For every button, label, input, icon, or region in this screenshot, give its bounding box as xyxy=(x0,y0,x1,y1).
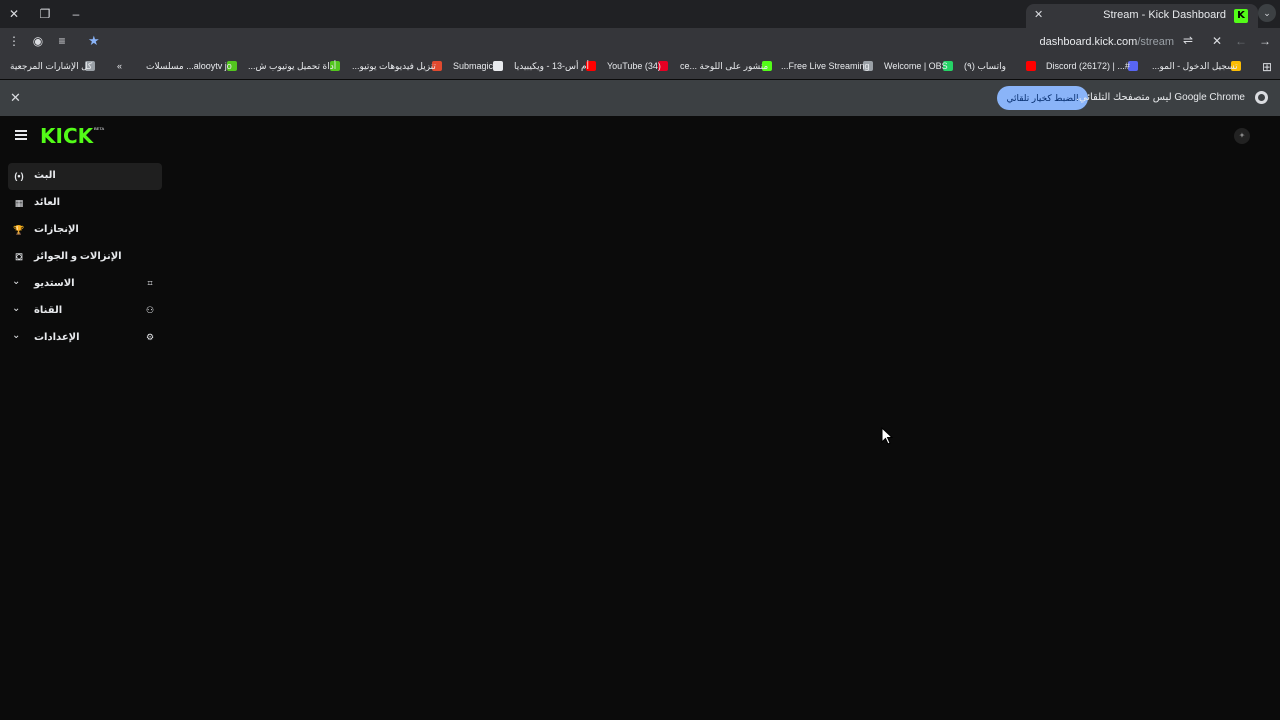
bookmark-item[interactable]: أم أس-13 - ويكيبيديا xyxy=(514,61,589,72)
wikipedia-icon xyxy=(493,61,503,71)
bookmark-item[interactable]: تنزيل فيديوهات يوتيو... xyxy=(352,61,436,72)
sidebar-item-label: الإنزالات و الجوائز xyxy=(34,251,122,262)
live-icon: (•) xyxy=(14,171,24,181)
bookmark-item[interactable]: Welcome | OBS xyxy=(884,61,948,71)
hamburger-menu-icon[interactable] xyxy=(15,130,27,140)
settings-icon: ⚙ xyxy=(145,332,155,342)
bookmark-item[interactable]: أداة تحميل يوتيوب ش... xyxy=(248,61,336,72)
sidebar-item[interactable]: ⌄ ⚇ القناة xyxy=(8,298,162,325)
back-icon[interactable]: ← xyxy=(1233,33,1249,49)
bookmark-item[interactable]: واتساب (٩) xyxy=(964,61,1006,72)
bookmark-item[interactable]: YouTube (34) xyxy=(607,61,661,71)
restore-window-icon[interactable]: ❐ xyxy=(37,6,53,22)
sidebar-item[interactable]: (•) البث xyxy=(8,163,162,190)
channel-icon: ⚇ xyxy=(145,305,155,315)
forward-icon[interactable]: → xyxy=(1257,33,1273,49)
url-path: /stream xyxy=(1137,36,1174,48)
close-window-icon[interactable]: ✕ xyxy=(6,6,22,22)
youtube-icon xyxy=(1026,61,1036,71)
address-bar[interactable]: ★ dashboard.kick.com/stream ⇌ xyxy=(84,30,1198,54)
sidebar-item-label: الإنجازات xyxy=(34,224,79,235)
kick-logo[interactable]: KICK xyxy=(40,124,93,148)
kick-dashboard: KICK BETA ✦ (•) البث ▦ العائد 🏆 الإنجازات ⛋ الإ… xyxy=(0,116,1280,720)
set-default-button[interactable]: الضبط كخيار تلقائي xyxy=(997,86,1088,110)
chrome-logo-icon xyxy=(1255,91,1268,104)
sidebar-item[interactable]: ⌄ ⚙ الإعدادات xyxy=(8,325,162,352)
apps-grid-icon[interactable]: ⊞ xyxy=(1259,59,1275,75)
sidebar-item[interactable]: ⛋ الإنزالات و الجوائز xyxy=(8,244,162,271)
minimize-window-icon[interactable]: – xyxy=(68,6,84,22)
profile-icon[interactable]: ◉ xyxy=(30,33,46,49)
bookmark-item[interactable]: alooytv jo... مسلسلات xyxy=(146,61,232,72)
url-host: dashboard.kick.com xyxy=(1039,36,1138,48)
trophy-icon: 🏆 xyxy=(13,225,25,235)
sidebar-item-label: العائد xyxy=(34,197,61,208)
bookmark-item[interactable]: منشور على اللوحة ...ce xyxy=(680,61,768,72)
site-settings-icon[interactable]: ⇌ xyxy=(1180,32,1196,48)
revenue-icon: ▦ xyxy=(14,198,24,208)
beta-badge: BETA xyxy=(94,126,105,131)
bookmark-item[interactable]: تسجيل الدخول - المو... xyxy=(1152,61,1238,72)
infobar-close-icon[interactable]: ✕ xyxy=(10,90,21,106)
tab-close-icon[interactable]: ✕ xyxy=(1034,8,1043,21)
chevron-down-icon[interactable]: ⌄ xyxy=(12,276,20,287)
menu-kebab-icon[interactable]: ⋮ xyxy=(6,33,22,49)
sidebar-item[interactable]: 🏆 الإنجازات xyxy=(8,217,162,244)
sidebar-nav: (•) البث ▦ العائد 🏆 الإنجازات ⛋ الإنزالات و الج… xyxy=(8,163,162,352)
browser-tab[interactable]: K Stream - Kick Dashboard ✕ xyxy=(1026,4,1258,28)
tab-title: Stream - Kick Dashboard xyxy=(1103,9,1226,21)
drops-icon: ⛋ xyxy=(15,252,23,262)
reading-list-icon[interactable]: ≡ xyxy=(54,33,70,49)
sidebar-item-label: البث xyxy=(34,170,56,181)
user-avatar[interactable]: ✦ xyxy=(1234,128,1250,144)
bookmark-item[interactable]: Submagic xyxy=(453,61,493,71)
studio-icon: ⌗ xyxy=(147,278,153,288)
sidebar-item-label: القناة xyxy=(34,305,63,316)
default-browser-infobar: ✕ الضبط كخيار تلقائي Google Chrome ليس م… xyxy=(0,80,1280,116)
browser-tabbar: ✕ ❐ – + K Stream - Kick Dashboard ✕ ⌄ xyxy=(0,0,1280,28)
sidebar-item-label: الإعدادات xyxy=(34,332,80,343)
more-bookmarks-icon[interactable]: » xyxy=(117,61,122,71)
bookmark-item[interactable]: Free Live Streaming... xyxy=(781,61,870,71)
sidebar-item[interactable]: ⌄ ⌗ الاستديو xyxy=(8,271,162,298)
stop-loading-icon[interactable]: ✕ xyxy=(1209,33,1225,49)
bookmarks-bar: ⊞ تسجيل الدخول - المو... #... | Discord (… xyxy=(0,55,1280,79)
sidebar-item[interactable]: ▦ العائد xyxy=(8,190,162,217)
chevron-down-icon[interactable]: ⌄ xyxy=(12,330,20,341)
url-text[interactable]: dashboard.kick.com/stream xyxy=(1039,36,1174,48)
tab-search-icon[interactable]: ⌄ xyxy=(1258,4,1276,22)
browser-toolbar: ⋮ ◉ ≡ ★ dashboard.kick.com/stream ⇌ ✕ ← … xyxy=(0,28,1280,55)
bookmark-star-icon[interactable]: ★ xyxy=(88,33,100,49)
sidebar-item-label: الاستديو xyxy=(34,278,75,289)
bookmark-item[interactable]: كل الإشارات المرجعية xyxy=(10,61,92,72)
infobar-message: Google Chrome ليس متصفحك التلقائي. xyxy=(1076,92,1245,103)
chevron-down-icon[interactable]: ⌄ xyxy=(12,303,20,314)
kick-favicon-icon: K xyxy=(1234,9,1248,23)
bookmark-item[interactable]: #... | Discord (26172) xyxy=(1046,61,1130,71)
